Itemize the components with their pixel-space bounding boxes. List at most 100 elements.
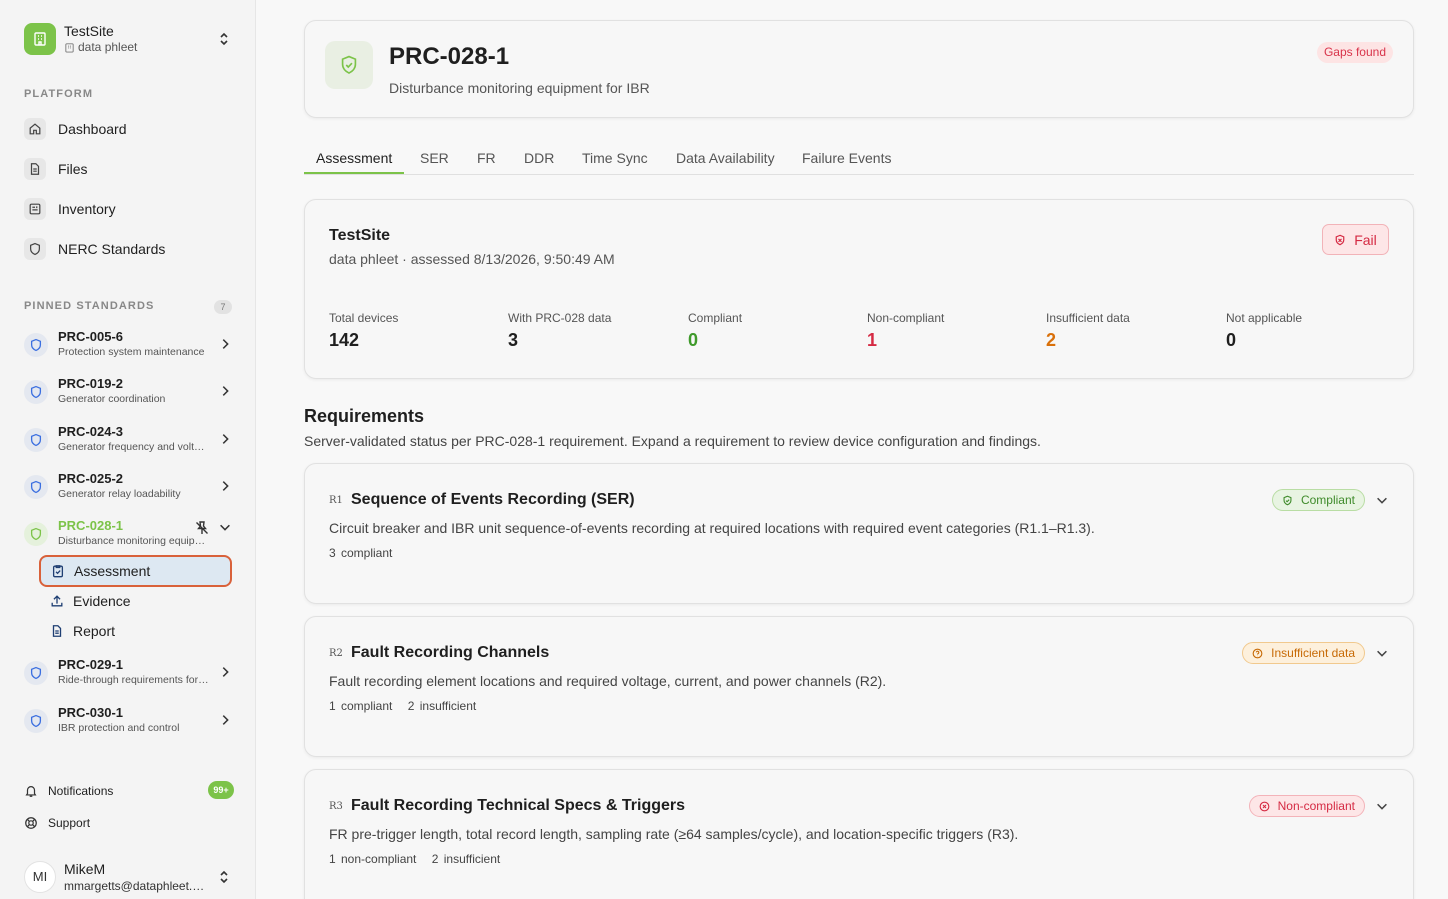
status-badge: Insufficient data (1242, 642, 1365, 664)
standard-code: PRC-005-6 (58, 329, 124, 344)
standard-code: PRC-029-1 (58, 657, 124, 672)
tab-ddr[interactable]: DDR (524, 150, 554, 166)
requirement-counts: 1 compliant 2 insufficient (329, 699, 476, 713)
sub-nav-evidence-label: Evidence (73, 593, 131, 609)
standard-desc: Generator frequency and voltage (58, 441, 210, 453)
pinned-count-badge: 7 (214, 300, 232, 314)
nav-inventory-label: Inventory (58, 201, 116, 217)
x-shield-icon (1335, 234, 1345, 245)
chevron-up-down-icon (220, 32, 228, 46)
sub-nav-evidence[interactable]: Evidence (40, 586, 232, 616)
notifications-badge: 99+ (208, 781, 234, 799)
count-compliant: 3 compliant (329, 546, 393, 560)
page-title: PRC-028-1 (389, 43, 510, 70)
requirement-card-r2[interactable]: R2 Fault Recording Channels Fault record… (304, 616, 1414, 757)
sub-nav-report-label: Report (73, 623, 116, 639)
org-icon (65, 42, 74, 53)
chevron-down-icon[interactable] (1375, 493, 1389, 507)
count-insufficient: 2 insufficient (407, 699, 477, 713)
requirement-code: R2 (329, 648, 343, 659)
chevron-down-icon[interactable] (1375, 646, 1389, 660)
notifications-link[interactable]: Notifications 99+ (24, 780, 234, 802)
shield-check-icon (24, 522, 48, 546)
stat-value: 3 (508, 330, 519, 350)
user-menu[interactable]: MI MikeM mmargetts@dataphleet.com (24, 858, 236, 896)
nav-inventory[interactable]: Inventory (24, 194, 234, 224)
shield-icon (24, 428, 48, 452)
tab-data-availability[interactable]: Data Availability (676, 150, 775, 166)
standard-code: PRC-024-3 (58, 424, 124, 439)
avatar: MI (24, 861, 56, 893)
active-tab-indicator (304, 172, 404, 174)
chevron-up-down-icon (220, 870, 228, 884)
pinned-standard-prc-025[interactable]: PRC-025-2 Generator relay loadability (24, 469, 234, 505)
stat-label: Not applicable (1226, 311, 1303, 325)
nav-nerc-standards[interactable]: NERC Standards (24, 234, 234, 264)
pinned-standard-prc-005[interactable]: PRC-005-6 Protection system maintenance (24, 327, 234, 363)
requirement-counts: 3 compliant (329, 546, 392, 560)
home-icon (24, 118, 46, 140)
shield-icon (24, 333, 48, 357)
pinned-section-title: PINNED STANDARDS (24, 300, 155, 312)
count-compliant: 1 compliant (329, 699, 393, 713)
stat-label: Compliant (688, 311, 743, 325)
sub-nav-report[interactable]: Report (40, 616, 232, 646)
pinned-standard-prc-019[interactable]: PRC-019-2 Generator coordination (24, 374, 234, 410)
stat-value: 142 (329, 330, 360, 350)
sidebar: TestSite data phleet PLATFORM Dashboard … (0, 0, 256, 899)
fail-status-badge: Fail (1322, 224, 1389, 255)
upload-icon (51, 595, 63, 607)
tab-assessment[interactable]: Assessment (316, 150, 392, 166)
shield-icon (24, 661, 48, 685)
site-name: TestSite (64, 23, 114, 39)
tab-failure-events[interactable]: Failure Events (802, 150, 891, 166)
standard-code: PRC-028-1 (58, 518, 124, 533)
requirement-card-r1[interactable]: R1 Sequence of Events Recording (SER) Ci… (304, 463, 1414, 604)
tab-fr[interactable]: FR (477, 150, 496, 166)
report-icon (52, 625, 62, 637)
tab-ser[interactable]: SER (420, 150, 449, 166)
question-circle-icon (1252, 648, 1263, 658)
shield-icon (24, 709, 48, 733)
standard-code: PRC-019-2 (58, 376, 124, 391)
chevron-right-icon (222, 386, 229, 396)
tab-time-sync[interactable]: Time Sync (582, 150, 648, 166)
requirement-desc: FR pre-trigger length, total record leng… (329, 826, 1019, 842)
unpin-icon[interactable] (194, 520, 210, 536)
pinned-standard-prc-028[interactable]: PRC-028-1 Disturbance monitoring equipme… (24, 516, 234, 552)
x-circle-icon (1259, 801, 1270, 811)
notifications-label: Notifications (48, 784, 114, 798)
stat-value: 1 (867, 330, 878, 350)
pinned-standard-prc-029[interactable]: PRC-029-1 Ride-through requirements for … (24, 655, 234, 691)
tab-bar: Assessment SER FR DDR Time Sync Data Ava… (304, 144, 1414, 175)
status-label: Compliant (1300, 493, 1355, 507)
standard-desc: Generator coordination (58, 393, 166, 405)
gaps-found-badge: Gaps found (1316, 42, 1393, 63)
standard-header-card: PRC-028-1 Disturbance monitoring equipme… (304, 20, 1414, 118)
status-label: Non-compliant (1277, 799, 1355, 813)
support-link[interactable]: Support (24, 812, 234, 834)
inventory-icon (24, 198, 46, 220)
site-switcher[interactable]: TestSite data phleet (24, 23, 236, 55)
standard-desc: IBR protection and control (58, 722, 180, 734)
status-badge: Non-compliant (1248, 795, 1365, 817)
nav-files[interactable]: Files (24, 154, 234, 184)
chevron-down-icon[interactable] (1375, 799, 1389, 813)
stat-insufficient: Insufficient data 2 (1046, 311, 1130, 351)
chevron-down-icon[interactable] (218, 520, 232, 534)
pinned-standard-prc-030[interactable]: PRC-030-1 IBR protection and control (24, 703, 234, 739)
fail-status-label: Fail (1354, 231, 1377, 248)
requirement-card-r3[interactable]: R3 Fault Recording Technical Specs & Tri… (304, 769, 1414, 899)
stat-label: Total devices (329, 311, 399, 325)
lifebuoy-icon (25, 817, 37, 829)
page-subtitle: Disturbance monitoring equipment for IBR (389, 80, 650, 96)
sub-nav-assessment[interactable]: Assessment (39, 555, 232, 587)
nav-dashboard[interactable]: Dashboard (24, 114, 234, 144)
standard-desc: Ride-through requirements for IBR (58, 674, 210, 686)
requirement-title: Sequence of Events Recording (SER) (351, 491, 635, 508)
status-badge: Compliant (1271, 489, 1365, 511)
sub-nav-assessment-label: Assessment (74, 563, 151, 579)
pinned-standard-prc-024[interactable]: PRC-024-3 Generator frequency and voltag… (24, 422, 234, 458)
requirement-title: Fault Recording Technical Specs & Trigge… (351, 797, 686, 814)
requirements-heading: Requirements (304, 406, 425, 426)
